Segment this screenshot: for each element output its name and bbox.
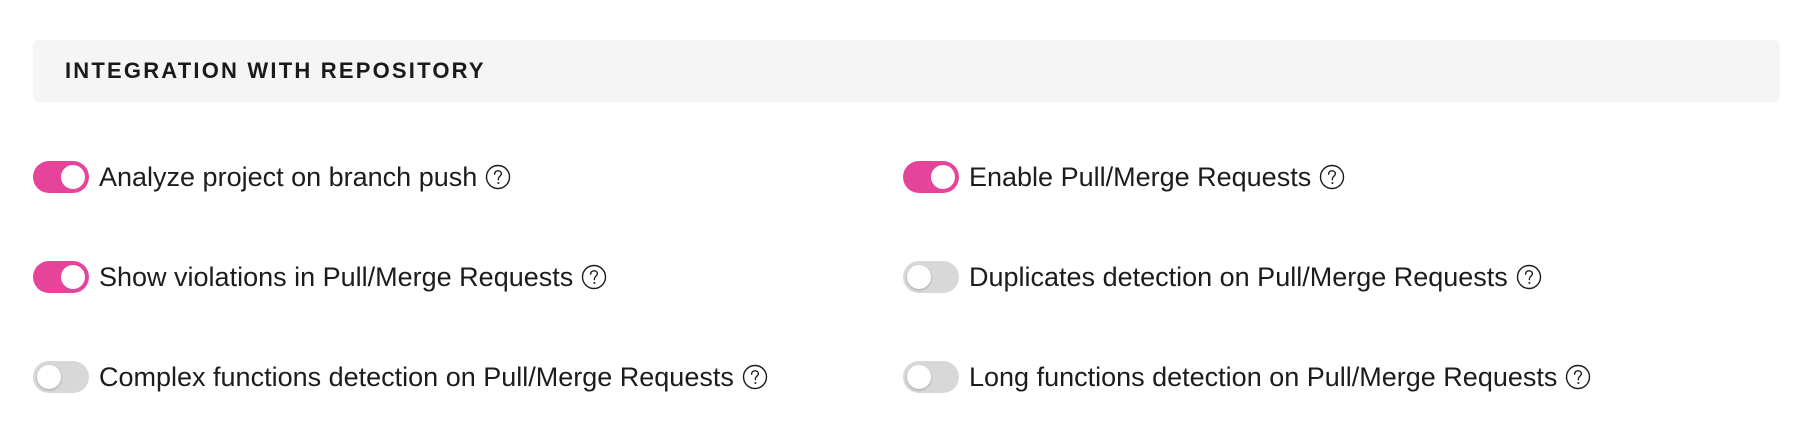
complex-functions-pr-toggle[interactable] [33,361,89,393]
toggle-knob [37,365,61,389]
show-violations-pr-toggle[interactable] [33,261,89,293]
analyze-on-push-label: Analyze project on branch push [99,161,478,192]
question-circle-icon[interactable] [1319,164,1345,190]
enable-pr-toggle[interactable] [903,161,959,193]
analyze-on-push-toggle[interactable] [33,161,89,193]
section-header: INTEGRATION WITH REPOSITORY [33,40,1780,102]
duplicates-pr-toggle[interactable] [903,261,959,293]
complex-functions-pr-label: Complex functions detection on Pull/Merg… [99,361,734,392]
toggle-knob [907,265,931,289]
option-long-functions-pr: Long functions detection on Pull/Merge R… [903,357,1591,397]
integration-settings-panel: INTEGRATION WITH REPOSITORY Analyze proj… [0,0,1808,432]
toggle-knob [907,365,931,389]
toggle-knob [931,165,955,189]
option-duplicates-pr: Duplicates detection on Pull/Merge Reque… [903,257,1542,297]
option-complex-functions-pr: Complex functions detection on Pull/Merg… [33,357,768,397]
question-circle-icon[interactable] [1516,264,1542,290]
question-circle-icon[interactable] [1565,364,1591,390]
toggle-knob [61,165,85,189]
toggle-knob [61,265,85,289]
option-analyze-on-push: Analyze project on branch push [33,157,511,197]
long-functions-pr-toggle[interactable] [903,361,959,393]
long-functions-pr-label: Long functions detection on Pull/Merge R… [969,361,1558,392]
question-circle-icon[interactable] [742,364,768,390]
section-title: INTEGRATION WITH REPOSITORY [65,58,486,83]
enable-pr-label: Enable Pull/Merge Requests [969,161,1312,192]
show-violations-pr-label: Show violations in Pull/Merge Requests [99,261,574,292]
option-show-violations-pr: Show violations in Pull/Merge Requests [33,257,607,297]
question-circle-icon[interactable] [485,164,511,190]
option-enable-pr: Enable Pull/Merge Requests [903,157,1345,197]
question-circle-icon[interactable] [581,264,607,290]
duplicates-pr-label: Duplicates detection on Pull/Merge Reque… [969,261,1508,292]
